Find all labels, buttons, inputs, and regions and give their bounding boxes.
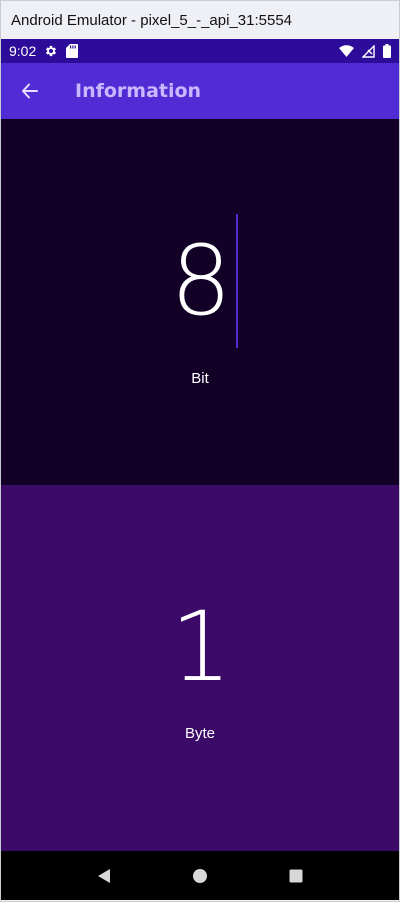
nav-recents-button[interactable] [281,861,311,891]
recents-square-icon [288,868,304,884]
wifi-icon [339,45,354,57]
arrow-left-icon [20,81,40,101]
app-bar: Information [1,63,399,119]
status-left: 9:02 [9,43,79,59]
emulator-titlebar[interactable]: Android Emulator - pixel_5_-_api_31:5554 [1,1,399,39]
sd-card-icon [66,44,79,58]
bit-value: 8 [170,225,231,337]
settings-gear-icon [44,44,58,58]
byte-value-input[interactable]: 1 [1,580,399,714]
back-button[interactable] [19,80,41,102]
byte-unit-label: Byte [184,725,215,742]
byte-value: 1 [170,591,231,703]
back-triangle-icon [96,868,112,884]
byte-panel: 1 Byte [1,485,399,851]
home-circle-icon [192,868,208,884]
bit-unit-label: Bit [191,370,209,387]
status-right [339,44,391,58]
nav-home-button[interactable] [185,861,215,891]
nav-back-button[interactable] [89,861,119,891]
page-title: Information [75,80,202,102]
emulator-window: Android Emulator - pixel_5_-_api_31:5554… [0,0,400,902]
emulator-title: Android Emulator - pixel_5_-_api_31:5554 [11,11,293,29]
status-time: 9:02 [9,43,37,59]
bit-value-text: 8 [170,214,238,348]
text-caret [235,214,238,348]
bit-value-input[interactable]: 8 [1,214,399,348]
no-signal-icon [362,44,375,58]
battery-icon [383,44,391,58]
status-bar: 9:02 [1,39,399,63]
bit-panel: 8 Bit [1,119,399,485]
navigation-bar [1,851,399,900]
